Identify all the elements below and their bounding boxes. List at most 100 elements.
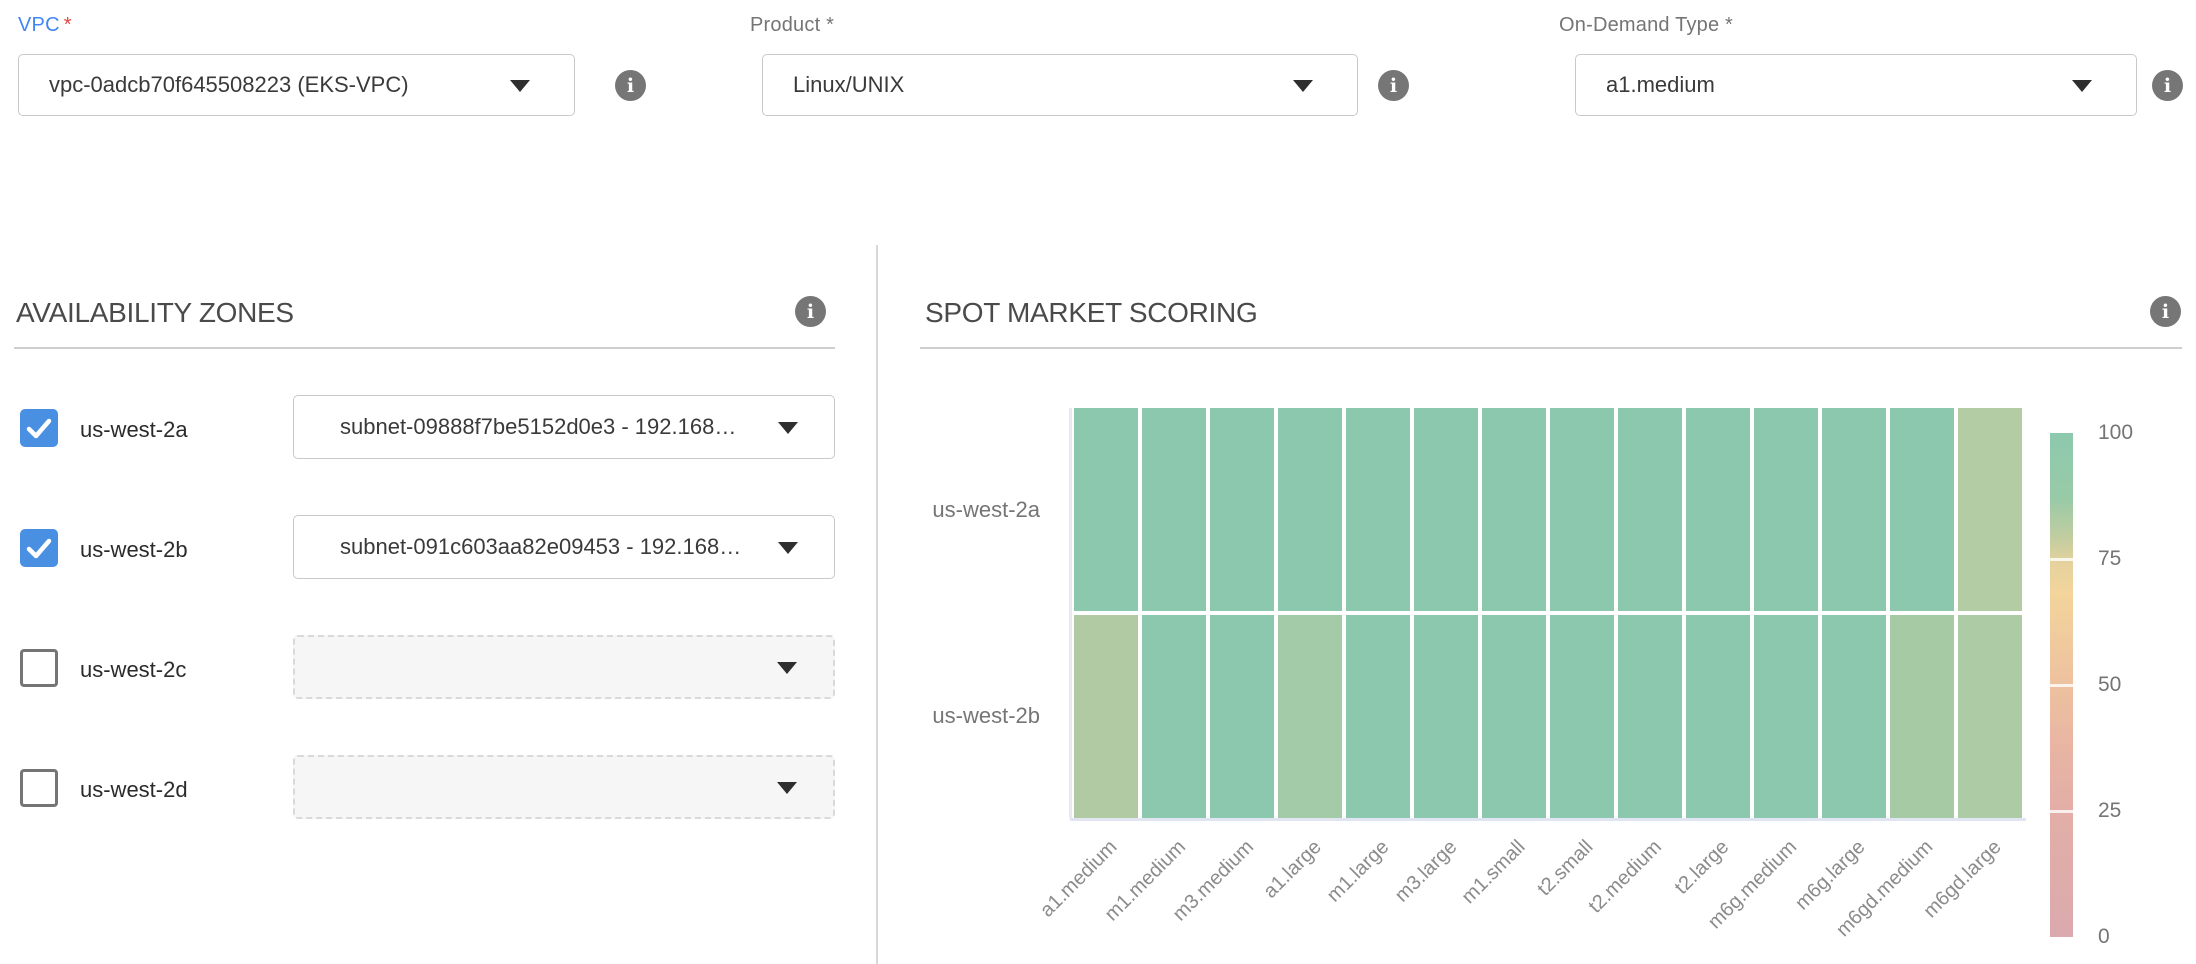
colorbar-separator: [2050, 558, 2073, 561]
on-demand-type-field: On-Demand Type * a1.medium: [1575, 14, 2137, 37]
heatmap-xlabel-text: t2.large: [1671, 836, 1734, 899]
product-label: Product *: [750, 14, 1358, 37]
heatmap-cell-us-west-2a-m6g.large[interactable]: [1822, 408, 1886, 611]
heatmap-y-axis-line: [1069, 408, 1072, 818]
vpc-field: VPC* vpc-0adcb70f645508223 (EKS-VPC): [18, 14, 575, 37]
heatmap-cell-us-west-2b-a1.medium[interactable]: [1074, 615, 1138, 818]
heatmap-cell-us-west-2b-m6g.large[interactable]: [1822, 615, 1886, 818]
heatmap-cell-us-west-2b-t2.medium[interactable]: [1618, 615, 1682, 818]
product-select-value: Linux/UNIX: [763, 72, 904, 98]
availability-zones-info-icon[interactable]: i: [795, 296, 826, 327]
on-demand-type-label: On-Demand Type *: [1559, 14, 2137, 37]
zone-row: us-west-2b subnet-091c603aa82e09453 - 19…: [0, 515, 876, 579]
chevron-down-icon: [510, 80, 530, 92]
vpc-select-value: vpc-0adcb70f645508223 (EKS-VPC): [19, 72, 409, 98]
zone-name: us-west-2c: [80, 657, 186, 683]
colorbar-tick-0: 0: [2098, 925, 2110, 949]
heatmap-xlabel-text: t2.small: [1533, 836, 1598, 901]
chevron-down-icon: [1293, 80, 1313, 92]
chevron-down-icon: [778, 542, 798, 554]
zone-checkbox-us-west-2c[interactable]: [20, 649, 58, 687]
heatmap-cell-us-west-2a-m3.large[interactable]: [1414, 408, 1478, 611]
info-glyph: i: [627, 75, 634, 97]
heatmap-cell-us-west-2a-m1.small[interactable]: [1482, 408, 1546, 611]
heatmap-row-label-us-west-2b: us-west-2b: [932, 703, 1040, 729]
zone-name: us-west-2a: [80, 417, 188, 443]
heatmap-x-axis-line: [1070, 818, 2026, 821]
zone-name: us-west-2b: [80, 537, 188, 563]
heatmap-xlabel-text: m1.small: [1457, 836, 1530, 909]
spot-market-scoring-divider: [920, 347, 2182, 349]
vpc-select[interactable]: vpc-0adcb70f645508223 (EKS-VPC): [18, 54, 575, 116]
heatmap-cell-us-west-2a-a1.medium[interactable]: [1074, 408, 1138, 611]
heatmap-cell-us-west-2a-m1.large[interactable]: [1346, 408, 1410, 611]
heatmap-cell-us-west-2b-m6gd.medium[interactable]: [1890, 615, 1954, 818]
heatmap-grid: [1074, 408, 2022, 818]
colorbar-separator: [2050, 684, 2073, 687]
zone-checkbox-us-west-2a[interactable]: [20, 409, 58, 447]
product-info-icon[interactable]: i: [1378, 70, 1409, 101]
product-field: Product * Linux/UNIX: [762, 14, 1358, 37]
heatmap-cell-us-west-2b-t2.small[interactable]: [1550, 615, 1614, 818]
vpc-label: VPC*: [18, 14, 575, 37]
spot-market-scoring-info-icon[interactable]: i: [2150, 296, 2181, 327]
colorbar-tick-25: 25: [2098, 799, 2121, 823]
spot-configuration-screen: VPC* vpc-0adcb70f645508223 (EKS-VPC) i P…: [0, 0, 2196, 964]
heatmap-cell-us-west-2a-t2.large[interactable]: [1686, 408, 1750, 611]
heatmap-cell-us-west-2b-t2.large[interactable]: [1686, 615, 1750, 818]
section-divider: [876, 245, 878, 964]
heatmap-cell-us-west-2a-m1.medium[interactable]: [1142, 408, 1206, 611]
chevron-down-icon: [2072, 80, 2092, 92]
info-glyph: i: [2162, 301, 2169, 323]
heatmap-cell-us-west-2a-t2.medium[interactable]: [1618, 408, 1682, 611]
heatmap-cell-us-west-2a-m3.medium[interactable]: [1210, 408, 1274, 611]
heatmap-xlabel-text: t2.medium: [1584, 836, 1666, 918]
subnet-select[interactable]: [293, 635, 835, 699]
chevron-down-icon: [777, 662, 797, 674]
colorbar-separator: [2050, 810, 2073, 813]
product-select[interactable]: Linux/UNIX: [762, 54, 1358, 116]
check-icon: [20, 409, 58, 447]
zone-row: us-west-2c: [0, 635, 876, 699]
heatmap-cell-us-west-2b-a1.large[interactable]: [1278, 615, 1342, 818]
heatmap-colorbar-ticks: 1007550250: [2098, 433, 2168, 937]
required-asterisk: *: [64, 14, 72, 36]
info-glyph: i: [1390, 75, 1397, 97]
zone-row: us-west-2a subnet-09888f7be5152d0e3 - 19…: [0, 395, 876, 459]
heatmap-cell-us-west-2b-m3.large[interactable]: [1414, 615, 1478, 818]
subnet-select-value: subnet-091c603aa82e09453 - 192.168…: [294, 534, 741, 560]
spot-market-scoring-title: SPOT MARKET SCORING: [925, 297, 1257, 329]
chevron-down-icon: [778, 422, 798, 434]
subnet-select-value: subnet-09888f7be5152d0e3 - 192.168…: [294, 414, 736, 440]
heatmap-cell-us-west-2a-a1.large[interactable]: [1278, 408, 1342, 611]
heatmap-xlabel-text: m3.large: [1391, 836, 1462, 907]
heatmap-cell-us-west-2a-m6g.medium[interactable]: [1754, 408, 1818, 611]
on-demand-type-info-icon[interactable]: i: [2152, 70, 2183, 101]
check-icon: [20, 529, 58, 567]
chevron-down-icon: [777, 782, 797, 794]
heatmap-xlabel-text: m1.large: [1323, 836, 1394, 907]
info-glyph: i: [807, 301, 814, 323]
zone-checkbox-us-west-2d[interactable]: [20, 769, 58, 807]
colorbar-tick-100: 100: [2098, 421, 2133, 445]
subnet-select[interactable]: subnet-091c603aa82e09453 - 192.168…: [293, 515, 835, 579]
subnet-select[interactable]: [293, 755, 835, 819]
heatmap-xlabels: a1.mediumm1.mediumm3.mediuma1.largem1.la…: [1074, 836, 2022, 956]
zone-checkbox-us-west-2b[interactable]: [20, 529, 58, 567]
heatmap-cell-us-west-2b-m6g.medium[interactable]: [1754, 615, 1818, 818]
heatmap-cell-us-west-2a-m6gd.large[interactable]: [1958, 408, 2022, 611]
heatmap-cell-us-west-2a-m6gd.medium[interactable]: [1890, 408, 1954, 611]
vpc-label-text: VPC: [18, 14, 60, 36]
heatmap-cell-us-west-2a-t2.small[interactable]: [1550, 408, 1614, 611]
heatmap-cell-us-west-2b-m1.medium[interactable]: [1142, 615, 1206, 818]
vpc-info-icon[interactable]: i: [615, 70, 646, 101]
on-demand-type-select[interactable]: a1.medium: [1575, 54, 2137, 116]
heatmap-xlabel-text: a1.large: [1259, 836, 1326, 903]
subnet-select[interactable]: subnet-09888f7be5152d0e3 - 192.168…: [293, 395, 835, 459]
availability-zones-title: AVAILABILITY ZONES: [16, 297, 294, 329]
heatmap-cell-us-west-2b-m3.medium[interactable]: [1210, 615, 1274, 818]
heatmap-cell-us-west-2b-m1.large[interactable]: [1346, 615, 1410, 818]
colorbar-tick-75: 75: [2098, 547, 2121, 571]
heatmap-cell-us-west-2b-m6gd.large[interactable]: [1958, 615, 2022, 818]
heatmap-cell-us-west-2b-m1.small[interactable]: [1482, 615, 1546, 818]
